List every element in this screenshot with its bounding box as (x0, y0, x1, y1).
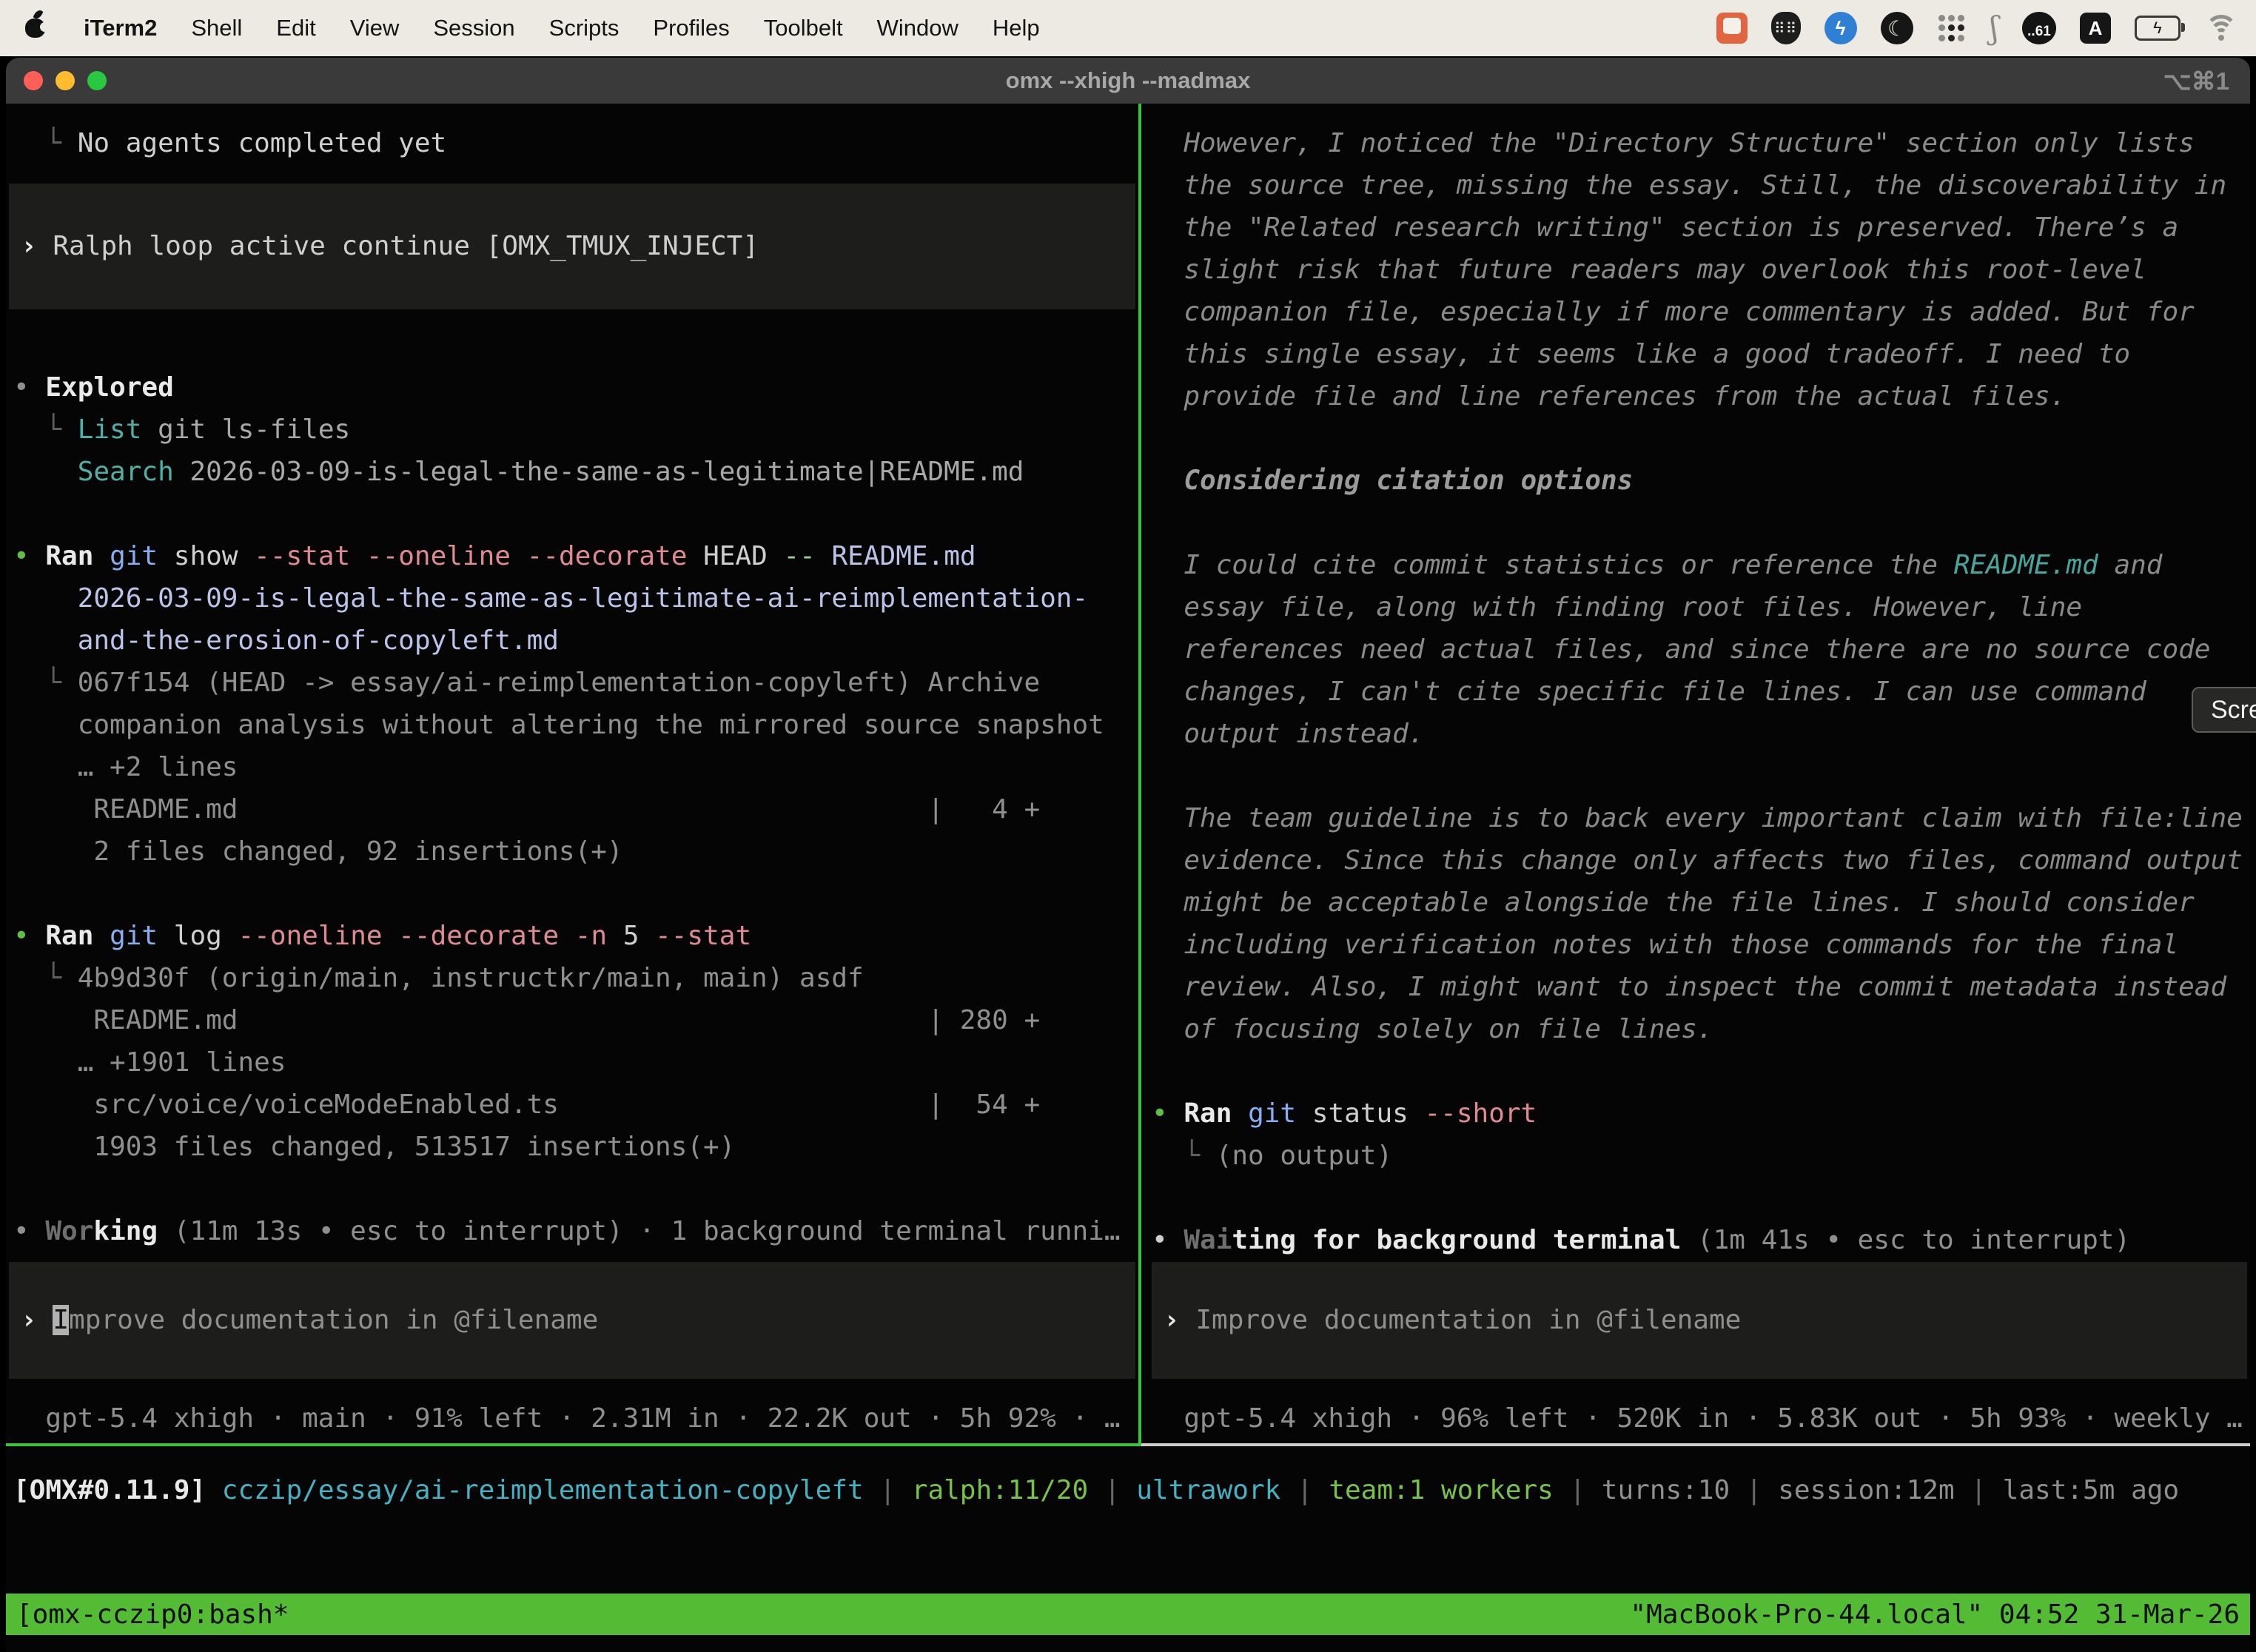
menu-item-list[interactable]: iTerm2 Shell Edit View Session Scripts Profile… (84, 15, 1040, 41)
left-prompt-input[interactable]: › Improve documentation in @filename (9, 1262, 1135, 1379)
terminal-line: gpt-5.4 xhigh · 96% left · 520K in · 5.8… (1152, 1397, 2243, 1440)
terminal-line: └ No agents completed yet (13, 122, 446, 164)
screen: iTerm2 Shell Edit View Session Scripts Profile… (0, 0, 2256, 1652)
terminal-line: › Improve documentation in @filename (21, 1299, 598, 1341)
terminal-line: • Waiting for background terminal (1m 41… (1152, 1219, 2130, 1261)
terminal-line: • Explored (13, 366, 174, 409)
wifi-icon (2204, 15, 2238, 41)
terminal-line: companion analysis without altering the … (13, 704, 1104, 746)
menu-item-iterm2[interactable]: iTerm2 (84, 15, 157, 41)
close-button[interactable] (24, 71, 43, 90)
ralph-loop-banner: › Ralph loop active continue [OMX_TMUX_I… (9, 184, 1135, 309)
screen-tooltip[interactable]: Scre (2192, 687, 2256, 733)
apple-menu[interactable] (25, 19, 50, 38)
terminal-line: essay file, along with finding root file… (1152, 586, 2082, 628)
menu-item-toolbelt[interactable]: Toolbelt (764, 15, 843, 41)
window-titlebar[interactable]: omx --xhigh --madmax ⌥⌘1 (6, 58, 2250, 104)
terminal-line: └ (no output) (1152, 1135, 1392, 1177)
terminal-line: └ 067f154 (HEAD -> essay/ai-reimplementa… (13, 662, 1040, 704)
terminal-line: gpt-5.4 xhigh · main · 91% left · 2.31M … (13, 1397, 1121, 1440)
menu-item-help[interactable]: Help (993, 15, 1040, 41)
menu-item-session[interactable]: Session (433, 15, 514, 41)
minimize-button[interactable] (56, 71, 75, 90)
terminal-line: changes, I can't cite specific file line… (1152, 671, 2146, 713)
terminal-line: 2026-03-09-is-legal-the-same-as-legitima… (13, 577, 1088, 620)
terminal-line: the source tree, missing the essay. Stil… (1152, 164, 2226, 206)
terminal-line: Considering citation options (1152, 460, 1633, 502)
menu-item-scripts[interactable]: Scripts (549, 15, 620, 41)
moon-circle-icon: ☾ (1881, 12, 1913, 44)
terminal-line: … +2 lines (13, 746, 238, 788)
apple-icon (25, 19, 45, 38)
terminal-line: review. Also, I might want to inspect th… (1152, 966, 2226, 1008)
dots-grid-icon (1937, 13, 1967, 43)
terminal-line: might be acceptable alongside the file l… (1152, 882, 2195, 924)
tmux-host-clock-label: "MacBook-Pro-44.local" 04:52 31-Mar-26 (1630, 1599, 2240, 1630)
pane-border-bottom-right (1141, 1443, 2250, 1446)
menu-item-edit[interactable]: Edit (276, 15, 315, 41)
terminal-line: However, I noticed the "Directory Struct… (1152, 122, 2195, 164)
terminal-line: › Ralph loop active continue [OMX_TMUX_I… (21, 225, 759, 267)
squiggle-icon: ʃ (1990, 13, 1998, 43)
terminal-line: 2 files changed, 92 insertions(+) (13, 830, 623, 873)
terminal-line: › Improve documentation in @filename (1164, 1299, 1741, 1341)
window-title: omx --xhigh --madmax (1006, 67, 1251, 94)
terminal-line: and-the-erosion-of-copyleft.md (13, 620, 559, 662)
percent-badge-icon: ..61 (2022, 12, 2056, 44)
terminal-line: I could cite commit statistics or refere… (1152, 544, 2162, 586)
terminal-line: The team guideline is to back every impo… (1152, 797, 2243, 839)
a-square-icon: A (2080, 13, 2111, 44)
menubar: iTerm2 Shell Edit View Session Scripts Profile… (0, 0, 2256, 56)
right-prompt-input[interactable]: › Improve documentation in @filename (1152, 1262, 2247, 1379)
tmux-session-label[interactable]: [omx-cczip0:bash* (16, 1599, 289, 1630)
window-shortcut-badge: ⌥⌘1 (2163, 67, 2229, 95)
iterm-window: omx --xhigh --madmax ⌥⌘1 └ No agents com… (6, 58, 2250, 1652)
menu-item-view[interactable]: View (350, 15, 400, 41)
terminal-line: including verification notes with those … (1152, 924, 2178, 966)
menu-item-shell[interactable]: Shell (191, 15, 242, 41)
terminal-line: companion file, especially if more comme… (1152, 291, 2195, 333)
shield-grid-icon: ⠿⠿ (1771, 12, 1801, 44)
chat-app-icon (1716, 13, 1748, 44)
pane-border-bottom-left (6, 1443, 1141, 1446)
terminal-line: 1903 files changed, 513517 insertions(+) (13, 1126, 735, 1168)
terminal-line: └ List git ls-files (13, 409, 350, 451)
terminal-line: [OMX#0.11.9] cczip/essay/ai-reimplementa… (13, 1469, 2179, 1511)
traffic-lights (24, 71, 107, 90)
terminal-line: • Ran git show --stat --oneline --decora… (13, 535, 976, 577)
terminal-content[interactable]: └ No agents completed yet › Ralph loop a… (6, 104, 2250, 1652)
terminal-line: src/voice/voiceModeEnabled.ts | 54 + (13, 1084, 1040, 1126)
terminal-line: provide file and line references from th… (1152, 375, 2066, 417)
terminal-line: the "Related research writing" section i… (1152, 206, 2178, 249)
terminal-line: this single essay, it seems like a good … (1152, 333, 2130, 375)
tmux-status-bar: [omx-cczip0:bash* "MacBook-Pro-44.local"… (6, 1594, 2250, 1635)
terminal-line: • Working (11m 13s • esc to interrupt) ·… (13, 1210, 1121, 1252)
terminal-line: output instead. (1152, 713, 1424, 755)
zoom-button[interactable] (87, 71, 107, 90)
blue-badge-icon: ϟ (1824, 12, 1857, 44)
menubar-status-icons: ⠿⠿ ϟ ☾ ʃ ..61 A ϟ (1716, 12, 2238, 44)
terminal-line: evidence. Since this change only affects… (1152, 839, 2243, 882)
menu-items: iTerm2 Shell Edit View Session Scripts Profile… (25, 15, 1040, 41)
terminal-line: slight risk that future readers may over… (1152, 249, 2146, 291)
pane-divider-vertical[interactable] (1138, 104, 1141, 1446)
battery-icon: ϟ (2135, 16, 2181, 41)
terminal-line: … +1901 lines (13, 1041, 286, 1084)
terminal-line: └ 4b9d30f (origin/main, instructkr/main,… (13, 957, 864, 999)
menu-item-profiles[interactable]: Profiles (653, 15, 729, 41)
terminal-line: README.md | 4 + (13, 788, 1040, 830)
terminal-line: of focusing solely on file lines. (1152, 1008, 1713, 1050)
terminal-line: • Ran git log --oneline --decorate -n 5 … (13, 915, 751, 957)
terminal-line: Search 2026-03-09-is-legal-the-same-as-l… (13, 451, 1024, 493)
terminal-line: references need actual files, and since … (1152, 628, 2210, 671)
terminal-line: • Ran git status --short (1152, 1092, 1537, 1135)
terminal-line: README.md | 280 + (13, 999, 1040, 1041)
menu-item-window[interactable]: Window (877, 15, 959, 41)
